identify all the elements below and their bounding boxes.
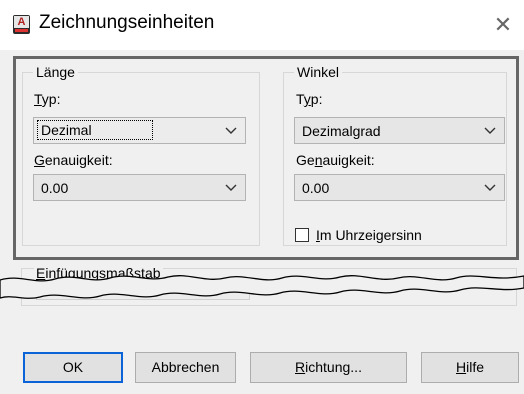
angle-type-label: Typ:	[296, 91, 323, 107]
chevron-down-icon	[225, 184, 237, 191]
cancel-button[interactable]: Abbrechen	[135, 352, 236, 383]
title-bar: A Zeichnungseinheiten ✕	[0, 0, 524, 50]
window-title: Zeichnungseinheiten	[39, 12, 215, 33]
length-precision-select[interactable]: 0.00	[33, 174, 246, 201]
length-precision-label: Genauigkeit:	[34, 152, 113, 168]
chevron-down-icon	[484, 184, 496, 191]
length-type-value: Dezimal	[37, 120, 153, 140]
angle-type-value: Dezimalgrad	[302, 123, 381, 139]
length-precision-value: 0.00	[41, 180, 69, 196]
length-type-label: Typ:	[34, 91, 61, 107]
angle-group-legend: Winkel	[294, 64, 343, 80]
angle-precision-value: 0.00	[302, 180, 330, 196]
angle-precision-select[interactable]: 0.00	[294, 174, 505, 201]
chevron-down-icon	[484, 127, 496, 134]
app-icon: A	[13, 15, 30, 34]
chevron-down-icon	[225, 127, 237, 134]
length-group-legend: Länge	[33, 64, 78, 80]
ok-button[interactable]: OK	[23, 352, 123, 383]
help-button[interactable]: Hilfe	[421, 352, 519, 383]
clockwise-checkbox[interactable]	[295, 228, 309, 242]
length-type-select[interactable]: Dezimal	[33, 117, 246, 144]
clockwise-label[interactable]: Im Uhrzeigersinn	[316, 227, 422, 243]
torn-edge	[0, 275, 524, 299]
angle-type-select[interactable]: Dezimalgrad	[294, 117, 505, 144]
direction-button[interactable]: Richtung...	[250, 352, 407, 383]
angle-precision-label: Genauigkeit:	[296, 152, 375, 168]
close-icon[interactable]: ✕	[486, 8, 520, 42]
